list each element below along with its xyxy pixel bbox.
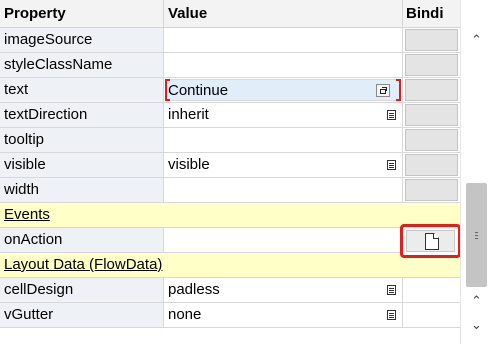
document-icon [425, 233, 439, 250]
property-name: vGutter [0, 303, 164, 328]
property-row-visible: visible visible [0, 153, 460, 178]
scrollbar-grip-icon [475, 232, 478, 239]
scrollbar-thumb[interactable] [466, 183, 487, 287]
property-value-field[interactable]: none [164, 303, 403, 328]
text-value-input[interactable]: Continue [165, 79, 401, 101]
property-value-cell: Continue [164, 78, 403, 103]
value-help-icon[interactable] [387, 310, 396, 320]
binding-cell [403, 28, 460, 53]
property-value-field[interactable] [164, 128, 403, 153]
property-value: visible [168, 156, 210, 173]
chevron-down-icon[interactable]: ⌄ [461, 316, 491, 334]
binding-cell [403, 103, 460, 128]
property-name: styleClassName [0, 53, 164, 78]
property-row-imagesource: imageSource [0, 28, 460, 53]
section-label-layout-data[interactable]: Layout Data (FlowData) [0, 253, 403, 278]
binding-cell [403, 53, 460, 78]
property-row-celldesign: cellDesign padless [0, 278, 460, 303]
column-header-property: Property [0, 0, 164, 28]
column-header-value: Value [164, 0, 403, 28]
property-value-field[interactable] [164, 178, 403, 203]
property-value-field[interactable] [164, 53, 403, 78]
property-name: tooltip [0, 128, 164, 153]
text-value: Continue [168, 82, 229, 99]
focus-bracket-right [396, 79, 401, 101]
chevron-up-icon[interactable]: ⌃ [461, 31, 491, 49]
value-help-icon[interactable] [387, 285, 396, 295]
property-value-field[interactable] [164, 228, 403, 253]
value-help-icon[interactable] [387, 110, 396, 120]
binding-button[interactable] [405, 104, 458, 126]
vertical-scrollbar[interactable]: ⌃ ⌃ ⌄ [460, 0, 491, 344]
binding-button[interactable] [405, 154, 458, 176]
property-name: imageSource [0, 28, 164, 53]
binding-cell [403, 153, 460, 178]
property-name: text [0, 78, 164, 103]
property-name: visible [0, 153, 164, 178]
binding-button[interactable] [405, 29, 458, 51]
property-name: onAction [0, 228, 164, 253]
value-help-icon[interactable] [387, 160, 396, 170]
scrollbar-track[interactable] [461, 55, 491, 287]
property-row-styleclassname: styleClassName [0, 53, 460, 78]
property-row-textdirection: textDirection inherit [0, 103, 460, 128]
property-value: none [168, 306, 202, 323]
section-header-layout-data[interactable]: Layout Data (FlowData) [0, 253, 460, 278]
property-row-text: text Continue [0, 78, 460, 103]
property-row-tooltip: tooltip [0, 128, 460, 153]
binding-cell [403, 128, 460, 153]
property-value-field[interactable]: padless [164, 278, 403, 303]
property-value: padless [168, 281, 220, 298]
property-name: textDirection [0, 103, 164, 128]
property-grid: Property Value Bindi imageSource styleCl… [0, 0, 460, 344]
chevron-up-icon[interactable]: ⌃ [461, 292, 491, 310]
property-row-onaction: onAction [0, 228, 460, 253]
property-name: cellDesign [0, 278, 164, 303]
binding-button[interactable] [405, 79, 458, 101]
binding-cell [403, 78, 460, 103]
onaction-binding-button[interactable] [406, 230, 455, 252]
property-value-field[interactable]: visible [164, 153, 403, 178]
property-value-field[interactable]: inherit [164, 103, 403, 128]
property-row-width: width [0, 178, 460, 203]
binding-button[interactable] [405, 179, 458, 201]
binding-cell [403, 278, 460, 303]
property-value-field[interactable] [164, 28, 403, 53]
property-value: inherit [168, 106, 209, 123]
binding-button[interactable] [405, 129, 458, 151]
column-header-binding: Bindi [403, 0, 460, 28]
section-header-events[interactable]: Events [0, 203, 460, 228]
section-label-events[interactable]: Events [0, 203, 403, 228]
expand-editor-icon[interactable] [376, 84, 390, 97]
binding-button[interactable] [405, 54, 458, 76]
onaction-binding-highlight [400, 224, 461, 258]
property-row-vgutter: vGutter none [0, 303, 460, 328]
binding-cell [403, 303, 460, 328]
property-name: width [0, 178, 164, 203]
binding-cell [403, 178, 460, 203]
